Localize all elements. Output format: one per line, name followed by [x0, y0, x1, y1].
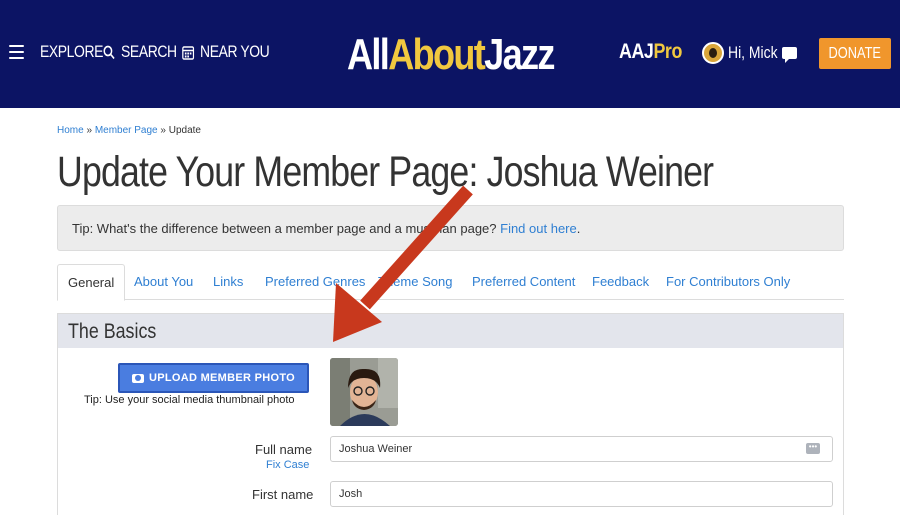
- breadcrumb: Home » Member Page » Update: [57, 125, 201, 136]
- member-photo-image: [330, 358, 398, 426]
- tab-general[interactable]: General: [57, 264, 126, 301]
- nav-near-you-label: NEAR YOU: [200, 42, 270, 61]
- nav-search-label: SEARCH: [121, 42, 177, 61]
- first-name-input[interactable]: [330, 481, 833, 507]
- nav-near-you[interactable]: NEAR YOU: [182, 42, 270, 62]
- tab-preferred-content[interactable]: Preferred Content: [472, 264, 575, 300]
- tab-links[interactable]: Links: [213, 264, 243, 300]
- tab-theme-song[interactable]: Theme Song: [378, 264, 452, 300]
- nav-search[interactable]: SEARCH: [103, 42, 177, 62]
- search-icon: [103, 45, 115, 59]
- page-title: Update Your Member Page: Joshua Weiner: [57, 148, 714, 196]
- tab-about-you[interactable]: About You: [134, 264, 193, 300]
- more-options-icon[interactable]: •••: [806, 443, 820, 454]
- member-photo: [330, 358, 398, 426]
- nav-explore[interactable]: EXPLORE: [40, 42, 103, 62]
- user-avatar: [702, 42, 724, 64]
- aajpro-link[interactable]: AAJPro: [619, 40, 682, 64]
- section-header: The Basics: [58, 314, 843, 348]
- tab-for-contributors-only[interactable]: For Contributors Only: [666, 264, 790, 300]
- nav-explore-label: EXPLORE: [40, 42, 103, 61]
- hamburger-menu-icon[interactable]: [9, 45, 24, 59]
- allaboutjazz-logo[interactable]: AllAboutJazz: [347, 30, 555, 80]
- tip-text: Tip: What's the difference between a mem…: [72, 221, 501, 236]
- tab-preferred-genres[interactable]: Preferred Genres: [265, 264, 365, 300]
- fix-case-link[interactable]: Fix Case: [266, 459, 309, 471]
- upload-label: UPLOAD MEMBER PHOTO: [148, 372, 296, 384]
- full-name-label: Full name: [255, 442, 313, 457]
- user-menu[interactable]: Hi, Mick: [702, 42, 788, 64]
- first-name-label: First name: [252, 487, 314, 502]
- site-header: EXPLORE SEARCH NEAR YOU AllAboutJazz AAJ…: [0, 0, 900, 108]
- camera-icon: [131, 373, 144, 383]
- tip-link[interactable]: Find out here: [500, 221, 577, 236]
- section-title: The Basics: [68, 320, 157, 343]
- breadcrumb-member-page[interactable]: Member Page: [95, 125, 158, 136]
- user-greeting: Hi, Mick: [728, 43, 778, 62]
- tab-feedback[interactable]: Feedback: [592, 264, 649, 300]
- chat-icon[interactable]: [782, 47, 797, 63]
- donate-button[interactable]: DONATE: [819, 38, 891, 69]
- calendar-icon: [182, 45, 195, 60]
- breadcrumb-home[interactable]: Home: [57, 125, 84, 136]
- breadcrumb-current: Update: [168, 125, 201, 136]
- upload-member-photo-button[interactable]: UPLOAD MEMBER PHOTO: [118, 363, 309, 393]
- tip-box: Tip: What's the difference between a mem…: [57, 205, 844, 251]
- upload-tip: Tip: Use your social media thumbnail pho…: [84, 394, 295, 406]
- full-name-input[interactable]: [330, 436, 833, 462]
- tab-bar: General About You Links Preferred Genres…: [57, 264, 844, 301]
